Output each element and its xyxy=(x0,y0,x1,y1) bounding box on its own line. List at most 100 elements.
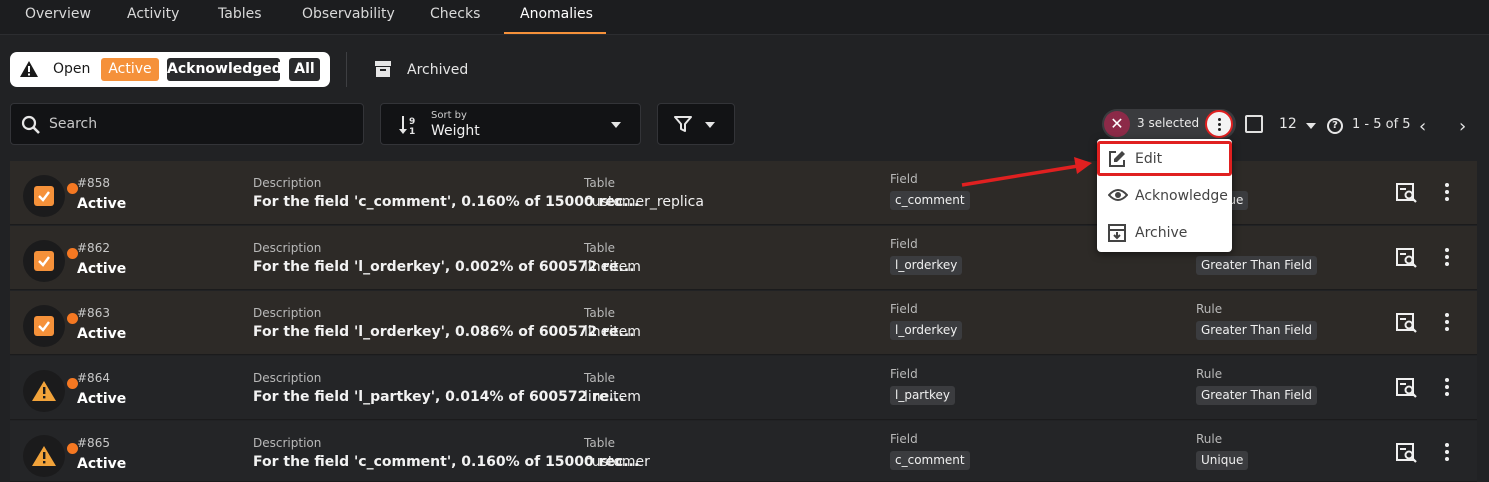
field-tag: l_orderkey xyxy=(890,321,963,340)
rule-caption: Rule xyxy=(1196,432,1223,446)
sort-select[interactable]: 9 1 Sort by Weight xyxy=(380,103,641,145)
anomaly-id: #862 xyxy=(77,241,110,255)
table-row[interactable]: #863 Active Description For the field 'l… xyxy=(10,291,1477,355)
field-caption: Field xyxy=(890,172,918,186)
view-details-icon[interactable] xyxy=(1396,443,1418,463)
row-more-icon[interactable] xyxy=(1445,248,1449,266)
description-value: For the field 'c_comment', 0.160% of 150… xyxy=(253,194,640,210)
table-value: customer xyxy=(584,454,650,470)
status-open-label[interactable]: Open xyxy=(53,61,90,77)
field-caption: Field xyxy=(890,302,918,316)
row-more-icon[interactable] xyxy=(1445,443,1449,461)
top-nav: Overview Activity Tables Observability C… xyxy=(0,0,1489,35)
search-input[interactable]: Search xyxy=(10,103,364,145)
selected-count: 3 selected xyxy=(1137,116,1200,130)
table-caption: Table xyxy=(584,241,616,255)
row-checkbox[interactable] xyxy=(34,251,54,271)
description-caption: Description xyxy=(253,436,322,450)
status-active-pill[interactable]: Active xyxy=(101,58,159,81)
row-select-area xyxy=(23,240,78,282)
table-value: lineitem xyxy=(584,259,641,275)
search-placeholder: Search xyxy=(49,116,98,132)
bulk-actions-button[interactable] xyxy=(1205,110,1233,138)
row-checkbox[interactable] xyxy=(34,186,54,206)
field-caption: Field xyxy=(890,237,918,251)
row-checkbox[interactable] xyxy=(34,316,54,336)
view-details-icon[interactable] xyxy=(1396,248,1418,268)
rule-caption: Rule xyxy=(1196,367,1223,381)
row-select-area xyxy=(23,175,78,217)
rule-caption: Rule xyxy=(1196,302,1223,316)
description-caption: Description xyxy=(253,371,322,385)
filter-button[interactable] xyxy=(657,103,735,145)
status-all-pill[interactable]: All xyxy=(289,58,320,81)
table-row[interactable]: #864 Active Description For the field 'l… xyxy=(10,356,1477,420)
field-tag: c_comment xyxy=(890,451,970,470)
field-tag: l_orderkey xyxy=(890,256,963,275)
status-acknowledged-pill[interactable]: Acknowledged xyxy=(167,58,282,81)
chevron-down-icon[interactable] xyxy=(1306,123,1316,129)
anomaly-id: #863 xyxy=(77,306,110,320)
archive-icon xyxy=(1108,224,1126,242)
table-row[interactable]: #862 Active Description For the field 'l… xyxy=(10,226,1477,290)
row-select-area xyxy=(23,305,78,347)
row-more-icon[interactable] xyxy=(1445,313,1449,331)
menu-item-archive[interactable]: Archive xyxy=(1097,216,1232,250)
view-details-icon[interactable] xyxy=(1396,378,1418,398)
table-caption: Table xyxy=(584,306,616,320)
anomaly-status: Active xyxy=(77,326,127,342)
anomaly-status: Active xyxy=(77,456,127,472)
selection-chip: ✕ 3 selected xyxy=(1102,109,1236,139)
row-select-area[interactable] xyxy=(23,370,78,412)
search-icon xyxy=(21,115,40,134)
table-value: customer_replica xyxy=(584,194,704,210)
tab-checks[interactable]: Checks xyxy=(430,0,480,35)
view-details-icon[interactable] xyxy=(1396,313,1418,333)
previous-page-icon[interactable]: ‹ xyxy=(1419,116,1426,137)
tab-tables[interactable]: Tables xyxy=(218,0,262,35)
table-row[interactable]: #865 Active Description For the field 'c… xyxy=(10,421,1477,482)
warning-icon xyxy=(32,446,56,466)
field-caption: Field xyxy=(890,367,918,381)
menu-label-acknowledge: Acknowledge xyxy=(1135,188,1228,204)
tab-observability[interactable]: Observability xyxy=(302,0,395,35)
rule-tag: Unique xyxy=(1196,451,1249,470)
help-icon[interactable]: ? xyxy=(1327,118,1343,134)
select-all-checkbox[interactable] xyxy=(1245,115,1263,133)
pagination-range: 1 - 5 of 5 xyxy=(1352,117,1411,132)
field-tag: l_partkey xyxy=(890,386,955,405)
filter-icon xyxy=(674,116,692,132)
archive-box-icon[interactable] xyxy=(374,60,392,78)
table-caption: Table xyxy=(584,371,616,385)
clear-selection-button[interactable]: ✕ xyxy=(1104,111,1130,137)
chevron-down-icon xyxy=(705,122,715,128)
rule-tag: Greater Than Field xyxy=(1196,386,1317,405)
view-details-icon[interactable] xyxy=(1396,183,1418,203)
description-value: For the field 'l_orderkey', 0.002% of 60… xyxy=(253,259,635,275)
field-tag: c_comment xyxy=(890,191,970,210)
tab-overview[interactable]: Overview xyxy=(25,0,91,35)
rule-tag: Greater Than Field xyxy=(1196,321,1317,340)
svg-text:9: 9 xyxy=(409,117,415,127)
chevron-down-icon xyxy=(611,122,621,128)
description-value: For the field 'l_orderkey', 0.086% of 60… xyxy=(253,324,635,340)
row-select-area[interactable] xyxy=(23,435,78,477)
menu-item-acknowledge[interactable]: Acknowledge xyxy=(1097,179,1232,213)
tab-activity[interactable]: Activity xyxy=(127,0,179,35)
table-caption: Table xyxy=(584,436,616,450)
tab-anomalies[interactable]: Anomalies xyxy=(520,0,593,35)
archived-filter[interactable]: Archived xyxy=(407,62,468,78)
eye-icon xyxy=(1108,189,1128,201)
next-page-icon[interactable]: › xyxy=(1459,116,1466,137)
edit-highlight-box xyxy=(1097,141,1232,176)
check-icon xyxy=(38,321,50,332)
menu-label-archive: Archive xyxy=(1135,225,1188,241)
page-size-select[interactable]: 12 xyxy=(1279,116,1297,132)
warning-icon xyxy=(20,61,38,77)
row-more-icon[interactable] xyxy=(1445,183,1449,201)
table-value: lineitem xyxy=(584,389,641,405)
svg-text:1: 1 xyxy=(409,127,415,136)
table-caption: Table xyxy=(584,176,616,190)
row-more-icon[interactable] xyxy=(1445,378,1449,396)
table-row[interactable]: #858 Active Description For the field 'c… xyxy=(10,161,1477,225)
